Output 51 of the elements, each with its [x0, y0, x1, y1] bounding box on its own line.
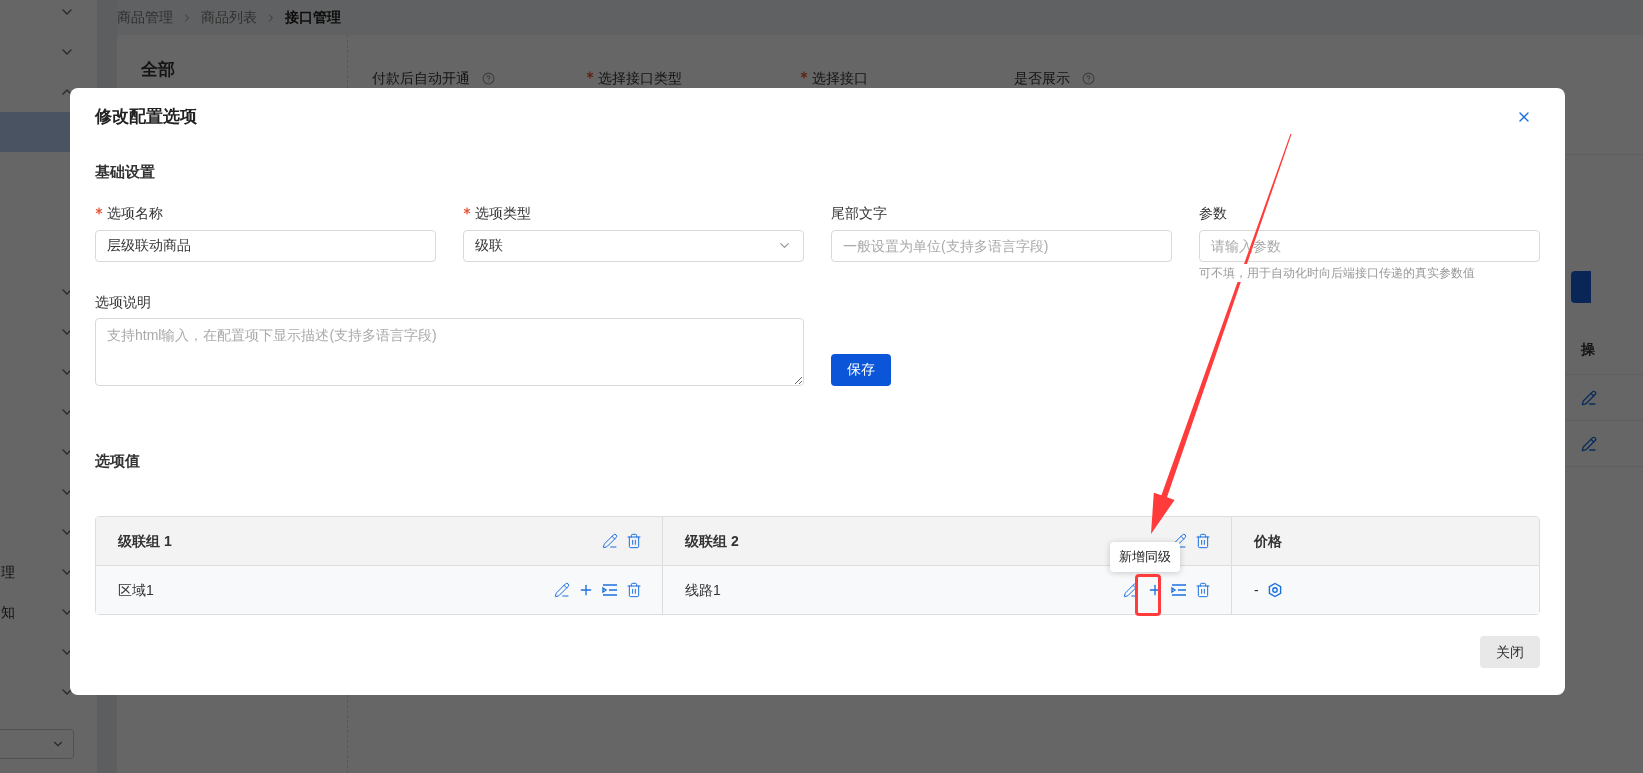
- required-asterisk-icon: [95, 206, 103, 215]
- table-cell-text: 区域1: [118, 580, 154, 600]
- menu-label: 知: [1, 602, 15, 622]
- edit-icon[interactable]: [602, 533, 618, 549]
- table-cell-text: -: [1254, 580, 1259, 600]
- description-field[interactable]: 支持html输入，在配置项下显示描述(支持多语言字段): [95, 317, 804, 386]
- field-label: 尾部文字: [831, 204, 887, 223]
- indent-icon[interactable]: [1171, 582, 1187, 598]
- required-asterisk-icon: [586, 71, 594, 79]
- column-header: 价格: [1254, 531, 1282, 551]
- delete-icon[interactable]: [1195, 533, 1211, 549]
- column-header: 级联组 1: [118, 531, 172, 551]
- input-field[interactable]: 一般设置为单位(支持多语言字段): [831, 229, 1172, 262]
- save-button[interactable]: 保存: [831, 353, 891, 386]
- required-asterisk-icon: [463, 206, 471, 215]
- field-label: 参数: [1199, 204, 1227, 223]
- edit-icon[interactable]: [1581, 435, 1597, 452]
- section-title: 基础设置: [95, 162, 156, 182]
- form-label: 付款后自动开通: [372, 68, 470, 88]
- add-icon[interactable]: [578, 582, 594, 598]
- edit-icon[interactable]: [554, 582, 570, 598]
- dialog-title: 修改配置选项: [95, 106, 197, 129]
- delete-icon[interactable]: [626, 582, 642, 598]
- required-asterisk-icon: [800, 71, 808, 79]
- field-label: 选项名称: [107, 204, 163, 223]
- settings-icon[interactable]: [1266, 582, 1283, 598]
- form-label: 是否展示: [1014, 68, 1070, 88]
- section-title: 选项值: [95, 450, 141, 471]
- close-button[interactable]: 关闭: [1480, 636, 1540, 668]
- help-icon: [482, 71, 495, 85]
- category-title[interactable]: 全部: [141, 60, 175, 79]
- delete-icon[interactable]: [1195, 582, 1211, 598]
- select-field[interactable]: 级联: [463, 229, 804, 262]
- delete-icon[interactable]: [626, 533, 642, 549]
- form-label: 选择接口: [812, 68, 868, 88]
- tooltip: 新增同级: [1110, 542, 1180, 572]
- indent-icon[interactable]: [602, 582, 618, 598]
- input-field[interactable]: 层级联动商品: [95, 229, 436, 262]
- select-field[interactable]: [0, 729, 74, 759]
- column-header: 操: [1581, 340, 1595, 359]
- form-label: 选择接口类型: [598, 68, 682, 88]
- field-hint: 可不填，用于自动化时向后端接口传递的真实参数值: [1199, 263, 1475, 282]
- breadcrumb-item: 接口管理: [285, 8, 341, 27]
- menu-label: 理: [1, 562, 15, 582]
- table-cell-text: 线路1: [685, 580, 721, 600]
- column-header: 级联组 2: [685, 531, 739, 551]
- field-label: 选项类型: [475, 204, 531, 223]
- highlight-frame: [1135, 574, 1161, 616]
- help-icon: [1082, 71, 1095, 85]
- edit-icon[interactable]: [1581, 389, 1597, 406]
- field-label: 选项说明: [95, 292, 152, 312]
